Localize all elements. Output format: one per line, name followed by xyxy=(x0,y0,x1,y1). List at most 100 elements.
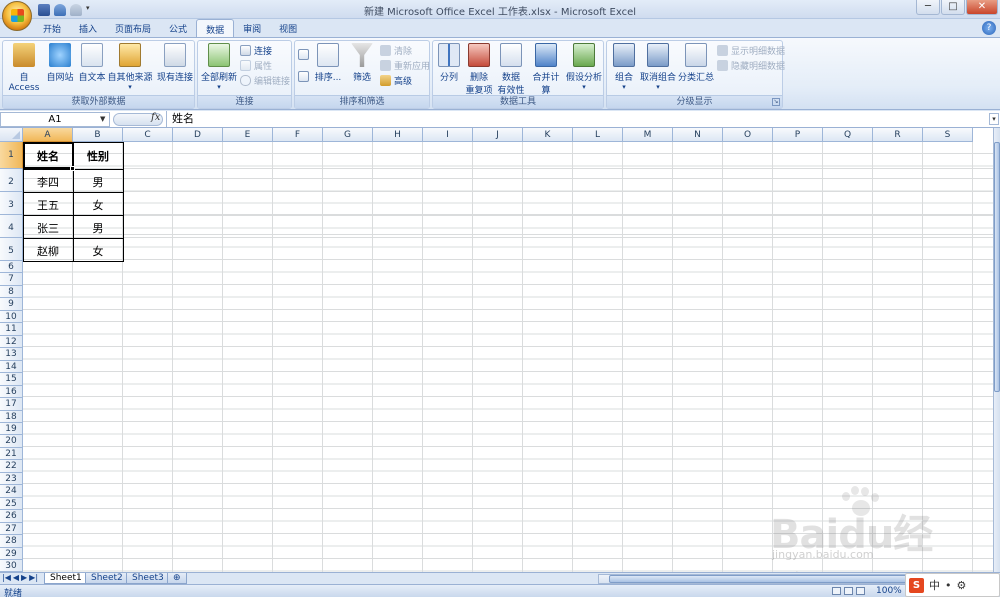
cell-a1[interactable]: 姓名 xyxy=(23,148,73,164)
tab-review[interactable]: 审阅 xyxy=(234,19,270,38)
sheet-tab-3[interactable]: Sheet3 xyxy=(126,573,170,584)
column-header-m[interactable]: M xyxy=(623,128,673,142)
minimize-button[interactable]: ─ xyxy=(916,0,940,15)
row-header-5[interactable]: 5 xyxy=(0,238,23,261)
cell-a4[interactable]: 张三 xyxy=(23,220,73,236)
from-access-button[interactable]: 自 Access xyxy=(5,43,43,93)
clear-filter-button[interactable]: 清除 xyxy=(380,44,412,57)
row-header-19[interactable]: 19 xyxy=(0,422,23,436)
cell-a2[interactable]: 李四 xyxy=(23,174,73,190)
column-header-p[interactable]: P xyxy=(773,128,823,142)
maximize-button[interactable]: □ xyxy=(941,0,965,15)
row-header-14[interactable]: 14 xyxy=(0,360,23,374)
column-header-i[interactable]: I xyxy=(423,128,473,142)
column-header-b[interactable]: B xyxy=(73,128,123,142)
row-header-4[interactable]: 4 xyxy=(0,215,23,238)
row-header-12[interactable]: 12 xyxy=(0,335,23,349)
row-header-26[interactable]: 26 xyxy=(0,510,23,523)
office-button[interactable] xyxy=(2,1,32,31)
sogou-ime-icon[interactable]: S xyxy=(909,577,924,593)
column-header-r[interactable]: R xyxy=(873,128,923,142)
column-header-h[interactable]: H xyxy=(373,128,423,142)
row-header-18[interactable]: 18 xyxy=(0,410,23,423)
column-header-o[interactable]: O xyxy=(723,128,773,142)
what-if-analysis-button[interactable]: 假设分析 ▾ xyxy=(565,43,603,91)
show-detail-button[interactable]: 显示明细数据 xyxy=(717,44,785,57)
row-header-11[interactable]: 11 xyxy=(0,323,23,336)
row-header-8[interactable]: 8 xyxy=(0,285,23,299)
cell-b4[interactable]: 男 xyxy=(73,220,123,236)
vertical-scroll-thumb[interactable] xyxy=(994,142,1000,392)
from-text-button[interactable]: 自文本 xyxy=(77,43,107,83)
edit-links-button[interactable]: 编辑链接 xyxy=(240,74,290,87)
row-header-22[interactable]: 22 xyxy=(0,460,23,473)
row-header-27[interactable]: 27 xyxy=(0,522,23,536)
row-header-29[interactable]: 29 xyxy=(0,547,23,561)
advanced-filter-button[interactable]: 高级 xyxy=(380,74,412,87)
reapply-button[interactable]: 重新应用 xyxy=(380,59,430,72)
properties-button[interactable]: 属性 xyxy=(240,59,272,72)
column-header-n[interactable]: N xyxy=(673,128,723,142)
column-header-s[interactable]: S xyxy=(923,128,973,142)
subtotal-button[interactable]: 分类汇总 xyxy=(678,43,714,83)
column-header-g[interactable]: G xyxy=(323,128,373,142)
cell-a5[interactable]: 赵柳 xyxy=(23,243,73,259)
column-header-j[interactable]: J xyxy=(473,128,523,142)
name-box-dropdown-icon[interactable]: ▼ xyxy=(100,115,105,123)
sort-ascending-button[interactable] xyxy=(298,49,309,60)
page-layout-view-icon[interactable] xyxy=(844,587,853,595)
data-validation-button[interactable]: 数据 有效性 xyxy=(495,43,527,96)
from-other-sources-button[interactable]: 自其他来源 ▾ xyxy=(107,43,153,91)
row-header-30[interactable]: 30 xyxy=(0,560,23,572)
worksheet-grid[interactable]: ABCDEFGHIJKLMNOPQRS 1 2 3 4 5 6 7 8 9 10 11 12 13 14 1… xyxy=(0,128,993,572)
column-header-a[interactable]: A xyxy=(23,128,73,142)
prev-sheet-icon[interactable]: ◀ xyxy=(13,573,19,582)
select-all-corner[interactable] xyxy=(0,128,23,142)
text-to-columns-button[interactable]: 分列 xyxy=(436,43,462,83)
normal-view-icon[interactable] xyxy=(832,587,841,595)
vertical-scrollbar[interactable] xyxy=(993,128,1000,572)
filter-button[interactable]: 筛选 xyxy=(347,43,377,83)
help-icon[interactable]: ? xyxy=(982,21,996,35)
group-button[interactable]: 组合 ▾ xyxy=(611,43,637,91)
row-header-10[interactable]: 10 xyxy=(0,310,23,324)
column-header-q[interactable]: Q xyxy=(823,128,873,142)
ime-punct-icon[interactable]: • xyxy=(945,579,952,592)
insert-function-icon[interactable]: fx xyxy=(151,112,160,123)
row-header-15[interactable]: 15 xyxy=(0,373,23,386)
row-header-16[interactable]: 16 xyxy=(0,385,23,399)
existing-connections-button[interactable]: 现有连接 xyxy=(156,43,194,83)
refresh-all-button[interactable]: 全部刷新 ▾ xyxy=(200,43,238,91)
ime-mode[interactable]: 中 xyxy=(929,577,940,593)
column-header-e[interactable]: E xyxy=(223,128,273,142)
row-header-28[interactable]: 28 xyxy=(0,535,23,548)
sheet-tab-1[interactable]: Sheet1 xyxy=(44,573,88,584)
tab-home[interactable]: 开始 xyxy=(34,19,70,38)
insert-sheet-icon[interactable]: ⊕ xyxy=(167,573,187,584)
row-header-1[interactable]: 1 xyxy=(0,142,23,169)
cell-b5[interactable]: 女 xyxy=(73,243,123,259)
cell-a3[interactable]: 王五 xyxy=(23,197,73,213)
row-header-21[interactable]: 21 xyxy=(0,447,23,461)
tab-insert[interactable]: 插入 xyxy=(70,19,106,38)
row-header-6[interactable]: 6 xyxy=(0,261,23,274)
tab-data[interactable]: 数据 xyxy=(196,19,235,38)
row-header-3[interactable]: 3 xyxy=(0,192,23,215)
cell-b3[interactable]: 女 xyxy=(73,197,123,213)
close-button[interactable]: ✕ xyxy=(966,0,998,15)
row-header-7[interactable]: 7 xyxy=(0,273,23,286)
column-header-f[interactable]: F xyxy=(273,128,323,142)
row-header-24[interactable]: 24 xyxy=(0,485,23,498)
ungroup-button[interactable]: 取消组合 ▾ xyxy=(639,43,677,91)
fill-handle[interactable] xyxy=(70,166,75,171)
row-header-2[interactable]: 2 xyxy=(0,169,23,192)
sort-descending-button[interactable] xyxy=(298,71,309,82)
sheet-tab-2[interactable]: Sheet2 xyxy=(85,573,129,584)
ime-settings-icon[interactable]: ⚙ xyxy=(957,579,967,592)
row-header-17[interactable]: 17 xyxy=(0,398,23,411)
last-sheet-icon[interactable]: ▶| xyxy=(29,573,38,582)
tab-view[interactable]: 视图 xyxy=(270,19,306,38)
horizontal-scroll-thumb[interactable] xyxy=(609,575,939,583)
outline-dialog-launcher-icon[interactable]: ↘ xyxy=(772,98,780,106)
first-sheet-icon[interactable]: |◀ xyxy=(2,573,11,582)
